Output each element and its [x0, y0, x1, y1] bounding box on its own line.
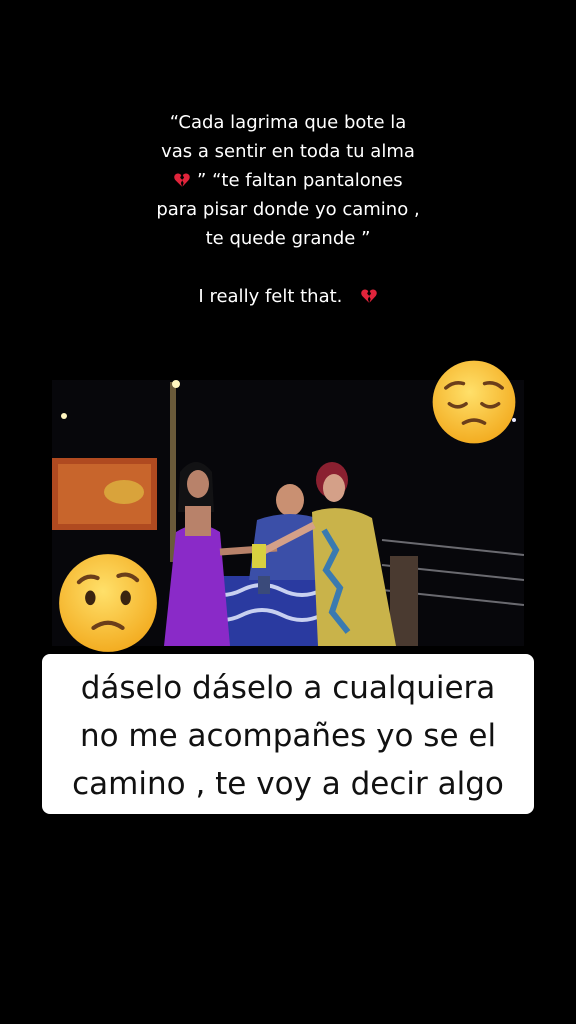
- caption-line-2: vas a sentir en toda tu alma: [161, 141, 415, 162]
- caption-line-6-text: I really felt that.: [198, 286, 343, 307]
- worried-face-icon: [59, 554, 157, 652]
- subtitle-line-3: camino , te voy a decir algo: [72, 766, 504, 802]
- caption-line-1: “Cada lagrima que bote la: [169, 112, 407, 133]
- broken-heart-icon: [360, 289, 377, 303]
- caption-line-3: ” “te faltan pantalones: [0, 166, 576, 195]
- caption-line-5: te quede grande ”: [205, 228, 371, 249]
- caption-line-6: I really felt that.: [0, 282, 576, 311]
- subtitle-line-2: no me acompañes yo se el: [79, 718, 497, 754]
- video-caption: “Cada lagrima que bote la vas a sentir e…: [0, 108, 576, 311]
- caption-line-3-text: ” “te faltan pantalones: [191, 170, 403, 191]
- caption-line-4: para pisar donde yo camino ,: [156, 199, 420, 220]
- broken-heart-icon: [174, 173, 191, 187]
- subtitle-box: dáselo dáselo a cualquiera no me acompañ…: [42, 654, 534, 814]
- pensive-face-icon: [432, 360, 516, 444]
- subtitle-line-1: dáselo dáselo a cualquiera: [80, 670, 496, 706]
